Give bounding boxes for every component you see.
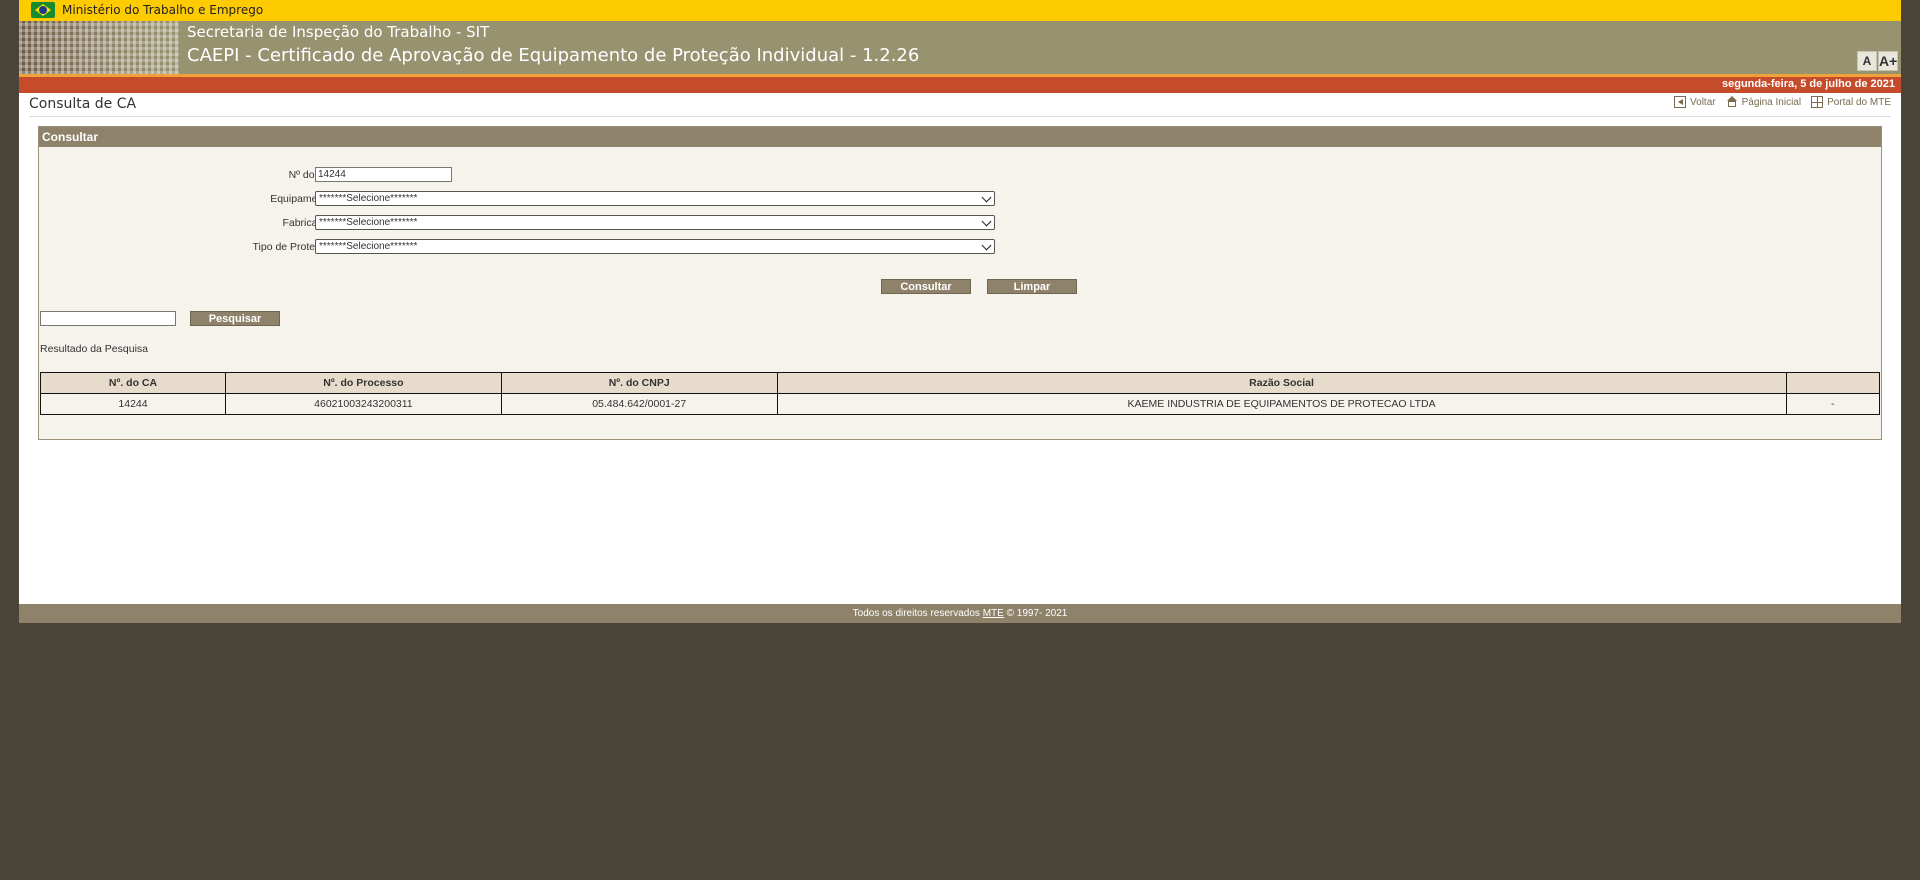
panel-title: Consultar [39,127,1881,147]
results-table: Nº. do CA Nº. do Processo Nº. do CNPJ Ra… [40,372,1881,415]
back-link-label: Voltar [1690,96,1716,108]
home-icon [1726,96,1738,108]
equipamento-label: Equipamento: [270,193,335,205]
footer-prefix: Todos os direitos reservados [852,608,980,619]
consultar-button[interactable]: Consultar [881,279,971,294]
col-header-processo: Nº. do Processo [224,372,502,394]
page-container: Ministério do Trabalho e Emprego Secreta… [19,0,1901,623]
footer-copyright: © 1997- 2021 [1006,608,1068,619]
ca-row: Nº do CA: 14244 [39,167,1881,183]
ministry-name: Ministério do Trabalho e Emprego [62,3,264,17]
col-header-cnpj: Nº. do CNPJ [500,372,778,394]
date-bar: segunda-feira, 5 de julho de 2021 [19,77,1901,93]
search-input[interactable] [40,311,176,326]
back-arrow-icon [1674,96,1687,108]
home-link-label: Página Inicial [1741,96,1802,108]
chevron-down-icon [981,240,992,251]
fabricante-label: Fabricante: [282,217,335,229]
col-header-ca: Nº. do CA [40,372,226,394]
equipamento-row: Equipamento: *******Selecione******* [39,191,1881,207]
footer: Todos os direitos reservados MTE © 1997-… [19,604,1901,623]
table-header-row: Nº. do CA Nº. do Processo Nº. do CNPJ Ra… [40,372,1881,394]
col-header-razao-social: Razão Social [776,372,1787,394]
result-label: Resultado da Pesquisa [40,343,148,355]
fabricante-selected-value: *******Selecione******* [319,217,418,228]
portal-link[interactable]: Portal do MTE [1811,96,1891,108]
footer-org: MTE [982,608,1004,619]
cell-cnpj: 05.484.642/0001-27 [500,393,778,415]
current-date: segunda-feira, 5 de julho de 2021 [1722,78,1895,90]
equipamento-select[interactable]: *******Selecione******* [315,191,995,206]
col-header-action [1785,372,1881,394]
top-links: Voltar Página Inicial Portal do MTE [1674,96,1891,108]
tipo-protecao-label: Tipo de Proteção: [252,241,336,253]
system-title: CAEPI - Certificado de Aprovação de Equi… [187,45,920,66]
chevron-down-icon [981,216,992,227]
consult-panel: Consultar Nº do CA: 14244 Equipamento: *… [38,126,1882,440]
grid-icon [1811,96,1824,108]
back-link[interactable]: Voltar [1674,96,1716,108]
header-banner: Secretaria de Inspeção do Trabalho - SIT… [19,21,1901,74]
page-title: Consulta de CA [29,96,137,112]
tipo-protecao-row: Tipo de Proteção: *******Selecione******… [39,239,1881,255]
limpar-button[interactable]: Limpar [987,279,1077,294]
font-increase-button[interactable]: A+ [1878,51,1898,71]
portal-link-label: Portal do MTE [1827,96,1891,108]
ca-label: Nº do CA: [288,169,335,181]
ca-number-input[interactable]: 14244 [315,167,452,182]
chevron-down-icon [981,192,992,203]
pesquisar-button[interactable]: Pesquisar [190,311,280,326]
gov-bar: Ministério do Trabalho e Emprego [19,0,1901,21]
cell-ca: 14244 [40,393,226,415]
fabricante-select[interactable]: *******Selecione******* [315,215,995,230]
equipamento-selected-value: *******Selecione******* [319,193,418,204]
table-row[interactable]: 14244 46021003243200311 05.484.642/0001-… [40,393,1881,415]
brazil-flag-icon [31,2,55,18]
tipo-protecao-select[interactable]: *******Selecione******* [315,239,995,254]
cell-action-link[interactable]: - [1785,393,1881,415]
cell-processo: 46021003243200311 [224,393,502,415]
banner-logo-image [19,21,179,74]
fabricante-row: Fabricante: *******Selecione******* [39,215,1881,231]
home-link[interactable]: Página Inicial [1726,96,1801,108]
font-decrease-button[interactable]: A [1857,51,1877,71]
secretaria-name: Secretaria de Inspeção do Trabalho - SIT [187,23,490,41]
tipo-protecao-selected-value: *******Selecione******* [319,241,418,252]
cell-razao-social: KAEME INDUSTRIA DE EQUIPAMENTOS DE PROTE… [776,393,1787,415]
page-header: Consulta de CA Voltar Página Inicial Por… [29,96,1891,117]
